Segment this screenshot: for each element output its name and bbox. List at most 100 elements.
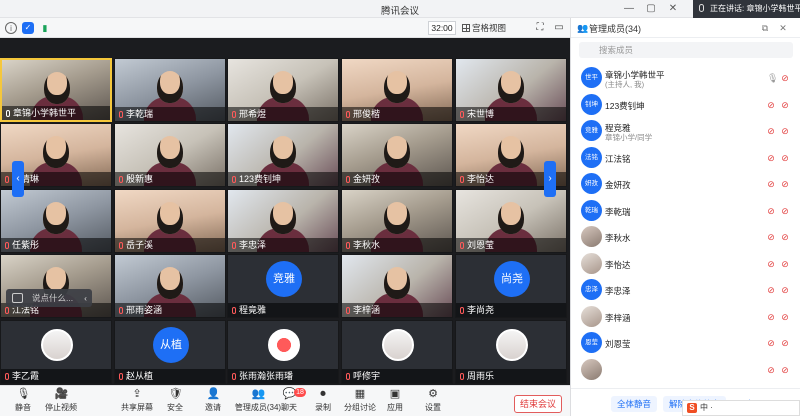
video-tile[interactable]: 章锦小学韩世平 — [0, 58, 112, 122]
mic-muted-icon[interactable]: ⊘ — [767, 153, 775, 163]
video-tile[interactable]: 邢希煜 — [227, 58, 339, 122]
video-off-icon[interactable]: ⊘ — [781, 179, 789, 189]
mic-muted-icon[interactable]: ⊘ — [767, 338, 775, 348]
member-search-input[interactable]: 搜索成员 — [579, 42, 793, 58]
grid-view-button[interactable]: 宫格视图 — [462, 21, 506, 35]
video-tile[interactable]: 刘恩莹 — [455, 189, 567, 253]
video-tile[interactable]: 123费钊坤 — [227, 123, 339, 187]
video-tile[interactable]: 周雨乐 — [455, 320, 567, 384]
video-tile[interactable]: 江法铭 — [0, 254, 112, 318]
mic-muted-icon[interactable]: ⊘ — [767, 179, 775, 189]
member-row[interactable]: 李秋水 ⊘ ⊘ — [571, 224, 800, 249]
mic-muted-icon[interactable]: ⊘ — [767, 259, 775, 269]
minimize-icon[interactable]: — — [622, 2, 636, 16]
video-tile[interactable]: 从植 赵从植 — [114, 320, 226, 384]
apps-button[interactable]: ▣ 应用 — [376, 388, 414, 416]
video-tile[interactable]: 李乾瑞 — [114, 58, 226, 122]
mic-muted-icon — [460, 307, 464, 314]
member-row[interactable]: 妍孜 金妍孜 ⊘ ⊘ — [571, 171, 800, 196]
shield-icon[interactable]: ✓ — [22, 22, 34, 34]
participant-name: 任紫彤 — [12, 240, 40, 250]
video-tile[interactable]: 宋世博 — [455, 58, 567, 122]
mic-muted-icon[interactable]: ⊘ — [767, 100, 775, 110]
video-off-icon[interactable]: ⊘ — [781, 100, 789, 110]
invite-button[interactable]: 👤 邀请 — [194, 388, 232, 416]
member-row[interactable]: 乾瑞 李乾瑞 ⊘ ⊘ — [571, 198, 800, 223]
mic-muted-icon[interactable]: ⊘ — [767, 206, 775, 216]
member-row[interactable]: 竞雅 程竞雅 章锦小学/同学 ⊘ ⊘ — [571, 118, 800, 143]
mute-button[interactable]: 🎙 静音 — [4, 388, 42, 416]
mic-muted-icon — [119, 373, 123, 380]
video-tile[interactable]: 李梓涵 — [341, 254, 453, 318]
chat-button[interactable]: 💬 聊天 18 — [270, 388, 308, 416]
video-tile[interactable]: 竞雅 程竟雅 — [227, 254, 339, 318]
video-off-icon[interactable]: ⊘ — [781, 232, 789, 242]
mic-muted-icon[interactable]: ⊘ — [767, 285, 775, 295]
video-tile[interactable]: 李乙霞 — [0, 320, 112, 384]
video-off-icon[interactable]: ⊘ — [781, 73, 789, 83]
video-tile[interactable]: 呼修宇 — [341, 320, 453, 384]
mute-all-button[interactable]: 全体静音 — [611, 396, 658, 412]
video-off-icon[interactable]: ⊘ — [781, 206, 789, 216]
member-name: 123费钊坤 — [605, 100, 645, 111]
video-off-icon[interactable]: ⊘ — [781, 312, 789, 322]
video-tile[interactable]: 邢俊楷 — [341, 58, 453, 122]
member-row[interactable]: 钊坤 123费钊坤 ⊘ ⊘ — [571, 92, 800, 117]
side-panel-icon[interactable]: ▭ — [553, 22, 565, 34]
mic-muted-icon — [5, 242, 9, 249]
mic-icon[interactable]: 🎙 — [767, 73, 778, 83]
end-meeting-button[interactable]: 结束会议 — [514, 395, 562, 413]
video-off-icon[interactable]: ⊘ — [781, 153, 789, 163]
member-row[interactable]: ⊘ ⊘ — [571, 357, 800, 382]
video-tile[interactable]: 张雨瀚张雨璠 — [227, 320, 339, 384]
member-row[interactable]: 法铭 江法铭 ⊘ ⊘ — [571, 145, 800, 170]
next-page-icon[interactable]: › — [544, 161, 556, 197]
video-off-icon[interactable]: ⊘ — [781, 126, 789, 136]
video-off-icon[interactable]: ⊘ — [781, 338, 789, 348]
stop-video-button[interactable]: 🎥 停止视频 — [42, 388, 80, 416]
video-tile[interactable]: 尚尧 李尚尧 — [455, 254, 567, 318]
member-row[interactable]: 忠泽 李忠泽 ⊘ ⊘ — [571, 277, 800, 302]
ime-toolbar[interactable]: S中 · — [682, 400, 800, 416]
video-tile[interactable]: 李秋水 — [341, 189, 453, 253]
participant-face — [384, 267, 410, 299]
close-icon[interactable]: ✕ — [666, 2, 680, 16]
collapse-chat-icon[interactable]: ‹ — [84, 289, 87, 307]
video-tile[interactable]: 任紫彤 — [0, 189, 112, 253]
video-tile[interactable]: 殷新惠 — [114, 123, 226, 187]
popout-icon[interactable]: ⧉ — [759, 22, 771, 34]
info-icon[interactable]: i — [5, 22, 17, 34]
video-off-icon[interactable]: ⊘ — [781, 259, 789, 269]
participant-face — [384, 136, 410, 168]
mic-muted-icon — [346, 111, 350, 118]
chat-input[interactable]: 说点什么... ‹ — [6, 289, 92, 307]
member-row[interactable]: 恩莹 刘恩莹 ⊘ ⊘ — [571, 330, 800, 355]
record-button[interactable]: ⏺ 录制 — [304, 388, 342, 416]
video-tile[interactable]: 岳子溪 — [114, 189, 226, 253]
video-off-icon[interactable]: ⊘ — [781, 365, 789, 375]
mic-muted-icon[interactable]: ⊘ — [767, 126, 775, 136]
mic-muted-icon — [119, 307, 123, 314]
participant-name: 呼修宇 — [353, 371, 381, 381]
signal-icon[interactable]: ▮ — [39, 22, 51, 34]
mic-muted-icon[interactable]: ⊘ — [767, 312, 775, 322]
member-row[interactable]: 李梓涵 ⊘ ⊘ — [571, 304, 800, 329]
video-tile[interactable]: 金妍孜 — [341, 123, 453, 187]
share-screen-button[interactable]: ⇪ 共享屏幕 — [118, 388, 156, 416]
maximize-icon[interactable]: ▢ — [644, 2, 658, 16]
prev-page-icon[interactable]: ‹ — [12, 161, 24, 197]
video-off-icon[interactable]: ⊘ — [781, 285, 789, 295]
settings-button[interactable]: ⚙ 设置 — [414, 388, 452, 416]
fullscreen-icon[interactable]: ⛶ — [534, 22, 546, 34]
member-subtitle: (主持人, 我) — [605, 80, 645, 89]
participant-name-bar: 呼修宇 — [342, 369, 452, 383]
member-row[interactable]: 李怡达 ⊘ ⊘ — [571, 251, 800, 276]
video-tile[interactable]: 李忠泽 — [227, 189, 339, 253]
mic-muted-icon[interactable]: ⊘ — [767, 232, 775, 242]
member-name: 李秋水 — [605, 233, 631, 243]
mic-muted-icon[interactable]: ⊘ — [767, 365, 775, 375]
close-panel-icon[interactable]: ✕ — [777, 22, 789, 34]
security-button[interactable]: 🛡 安全 — [156, 388, 194, 416]
video-tile[interactable]: 邢雨姿涵 — [114, 254, 226, 318]
member-row[interactable]: 世平 章锦小学韩世平 (主持人, 我) 🎙 ⊘ — [571, 65, 800, 90]
